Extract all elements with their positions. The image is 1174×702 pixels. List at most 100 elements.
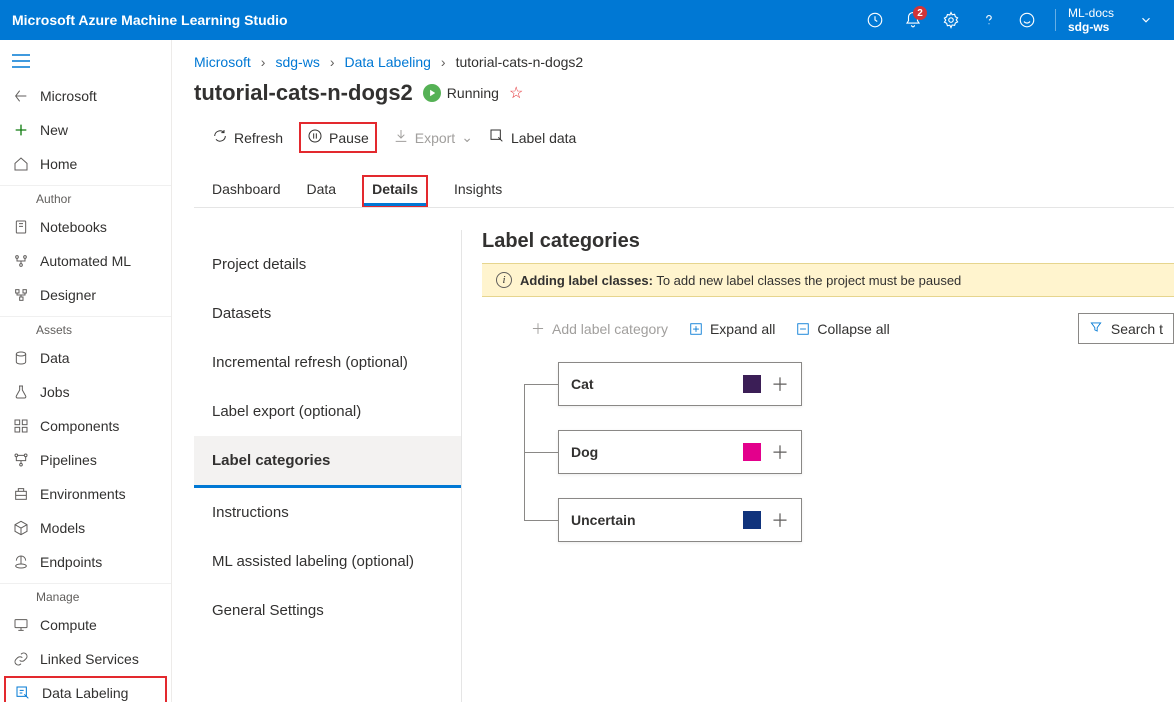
subnav-ml-assisted[interactable]: ML assisted labeling (optional)	[194, 537, 461, 586]
color-swatch	[743, 511, 761, 529]
nav-models[interactable]: Models	[0, 511, 171, 545]
nav-automl[interactable]: Automated ML	[0, 244, 171, 278]
ptool-label: Add label category	[552, 321, 668, 337]
crumb-microsoft[interactable]: Microsoft	[194, 54, 251, 70]
tab-insights[interactable]: Insights	[454, 175, 502, 207]
nav-label: Notebooks	[40, 219, 107, 235]
nav-back[interactable]: Microsoft	[0, 79, 171, 113]
notification-badge: 2	[913, 6, 927, 20]
subnav-label-categories[interactable]: Label categories	[194, 436, 461, 488]
nav-label: Endpoints	[40, 554, 102, 570]
refresh-button[interactable]: Refresh	[212, 128, 283, 147]
environment-icon	[12, 485, 30, 503]
workspace-sub: sdg-ws	[1068, 20, 1114, 34]
crumb-current: tutorial-cats-n-dogs2	[456, 54, 584, 70]
category-box[interactable]: Dog ＋	[558, 430, 802, 474]
nav-home[interactable]: Home	[0, 147, 171, 181]
crumb-data-labeling[interactable]: Data Labeling	[345, 54, 431, 70]
category-box[interactable]: Uncertain ＋	[558, 498, 802, 542]
subnav-datasets[interactable]: Datasets	[194, 289, 461, 338]
edit-icon	[489, 128, 505, 147]
cube-icon	[12, 519, 30, 537]
nav-pipelines[interactable]: Pipelines	[0, 443, 171, 477]
notifications-icon[interactable]: 2	[897, 4, 929, 36]
page-title: tutorial-cats-n-dogs2	[194, 80, 413, 106]
category-label: Uncertain	[571, 512, 733, 528]
nav-designer[interactable]: Designer	[0, 278, 171, 312]
nav-data-labeling[interactable]: Data Labeling	[4, 676, 167, 702]
plus-icon: ＋	[530, 321, 546, 337]
nav-label: Compute	[40, 617, 97, 633]
export-button: Export⌄	[393, 128, 473, 147]
nav-label: Pipelines	[40, 452, 97, 468]
panel-heading: Label categories	[482, 230, 1174, 253]
export-icon	[393, 128, 409, 147]
nav-section-author: Author	[0, 185, 171, 210]
expand-all-button[interactable]: Expand all	[688, 321, 775, 337]
info-icon: i	[496, 272, 512, 288]
nav-endpoints[interactable]: Endpoints	[0, 545, 171, 579]
add-child-icon[interactable]: ＋	[771, 511, 789, 529]
nav-compute[interactable]: Compute	[0, 608, 171, 642]
search-input[interactable]: Search t	[1078, 313, 1174, 344]
endpoint-icon	[12, 553, 30, 571]
nav-label: Components	[40, 418, 119, 434]
category-tree: Cat ＋ Dog ＋	[482, 362, 1174, 542]
chevron-down-icon[interactable]	[1130, 4, 1162, 36]
nav-label: Designer	[40, 287, 96, 303]
label-data-button[interactable]: Label data	[489, 128, 576, 147]
components-icon	[12, 417, 30, 435]
subnav-project-details[interactable]: Project details	[194, 240, 461, 289]
subnav-instructions[interactable]: Instructions	[194, 488, 461, 537]
monitor-icon	[12, 616, 30, 634]
help-icon[interactable]	[973, 4, 1005, 36]
tab-data[interactable]: Data	[307, 175, 337, 207]
home-icon	[12, 155, 30, 173]
tab-dashboard[interactable]: Dashboard	[212, 175, 281, 207]
banner-text: To add new label classes the project mus…	[653, 273, 961, 288]
category-row: Dog ＋	[530, 430, 1174, 474]
nav-environments[interactable]: Environments	[0, 477, 171, 511]
add-child-icon[interactable]: ＋	[771, 443, 789, 461]
back-arrow-icon	[12, 87, 30, 105]
nav-data[interactable]: Data	[0, 341, 171, 375]
nav-jobs[interactable]: Jobs	[0, 375, 171, 409]
btn-label: Refresh	[234, 130, 283, 146]
crumb-workspace[interactable]: sdg-ws	[275, 54, 319, 70]
subnav-general-settings[interactable]: General Settings	[194, 586, 461, 635]
add-child-icon[interactable]: ＋	[771, 375, 789, 393]
nav-linked-services[interactable]: Linked Services	[0, 642, 171, 676]
workspace-switcher[interactable]: ML-docs sdg-ws	[1068, 6, 1114, 35]
nav-components[interactable]: Components	[0, 409, 171, 443]
collapse-all-button[interactable]: Collapse all	[795, 321, 889, 337]
pause-button[interactable]: Pause	[299, 122, 377, 153]
workspace-name: ML-docs	[1068, 6, 1114, 20]
nav-label: Automated ML	[40, 253, 131, 269]
menu-toggle-icon[interactable]	[0, 46, 171, 79]
color-swatch	[743, 443, 761, 461]
expand-icon	[688, 321, 704, 337]
pipeline-icon	[12, 451, 30, 469]
settings-icon[interactable]	[935, 4, 967, 36]
filter-icon	[1089, 320, 1103, 337]
category-row: Cat ＋	[530, 362, 1174, 406]
ptool-label: Collapse all	[817, 321, 889, 337]
flask-icon	[12, 383, 30, 401]
data-icon	[12, 349, 30, 367]
feedback-icon[interactable]	[1011, 4, 1043, 36]
category-box[interactable]: Cat ＋	[558, 362, 802, 406]
chevron-right-icon: ›	[441, 54, 446, 70]
nav-notebooks[interactable]: Notebooks	[0, 210, 171, 244]
chevron-right-icon: ›	[330, 54, 335, 70]
tab-details[interactable]: Details	[362, 175, 428, 207]
link-icon	[12, 650, 30, 668]
subnav-label-export[interactable]: Label export (optional)	[194, 387, 461, 436]
nav-label: Environments	[40, 486, 126, 502]
plus-icon	[12, 121, 30, 139]
history-icon[interactable]	[859, 4, 891, 36]
favorite-star-icon[interactable]: ☆	[509, 83, 523, 103]
info-banner: i Adding label classes: To add new label…	[482, 263, 1174, 297]
subnav-incremental-refresh[interactable]: Incremental refresh (optional)	[194, 338, 461, 387]
nav-new[interactable]: New	[0, 113, 171, 147]
color-swatch	[743, 375, 761, 393]
